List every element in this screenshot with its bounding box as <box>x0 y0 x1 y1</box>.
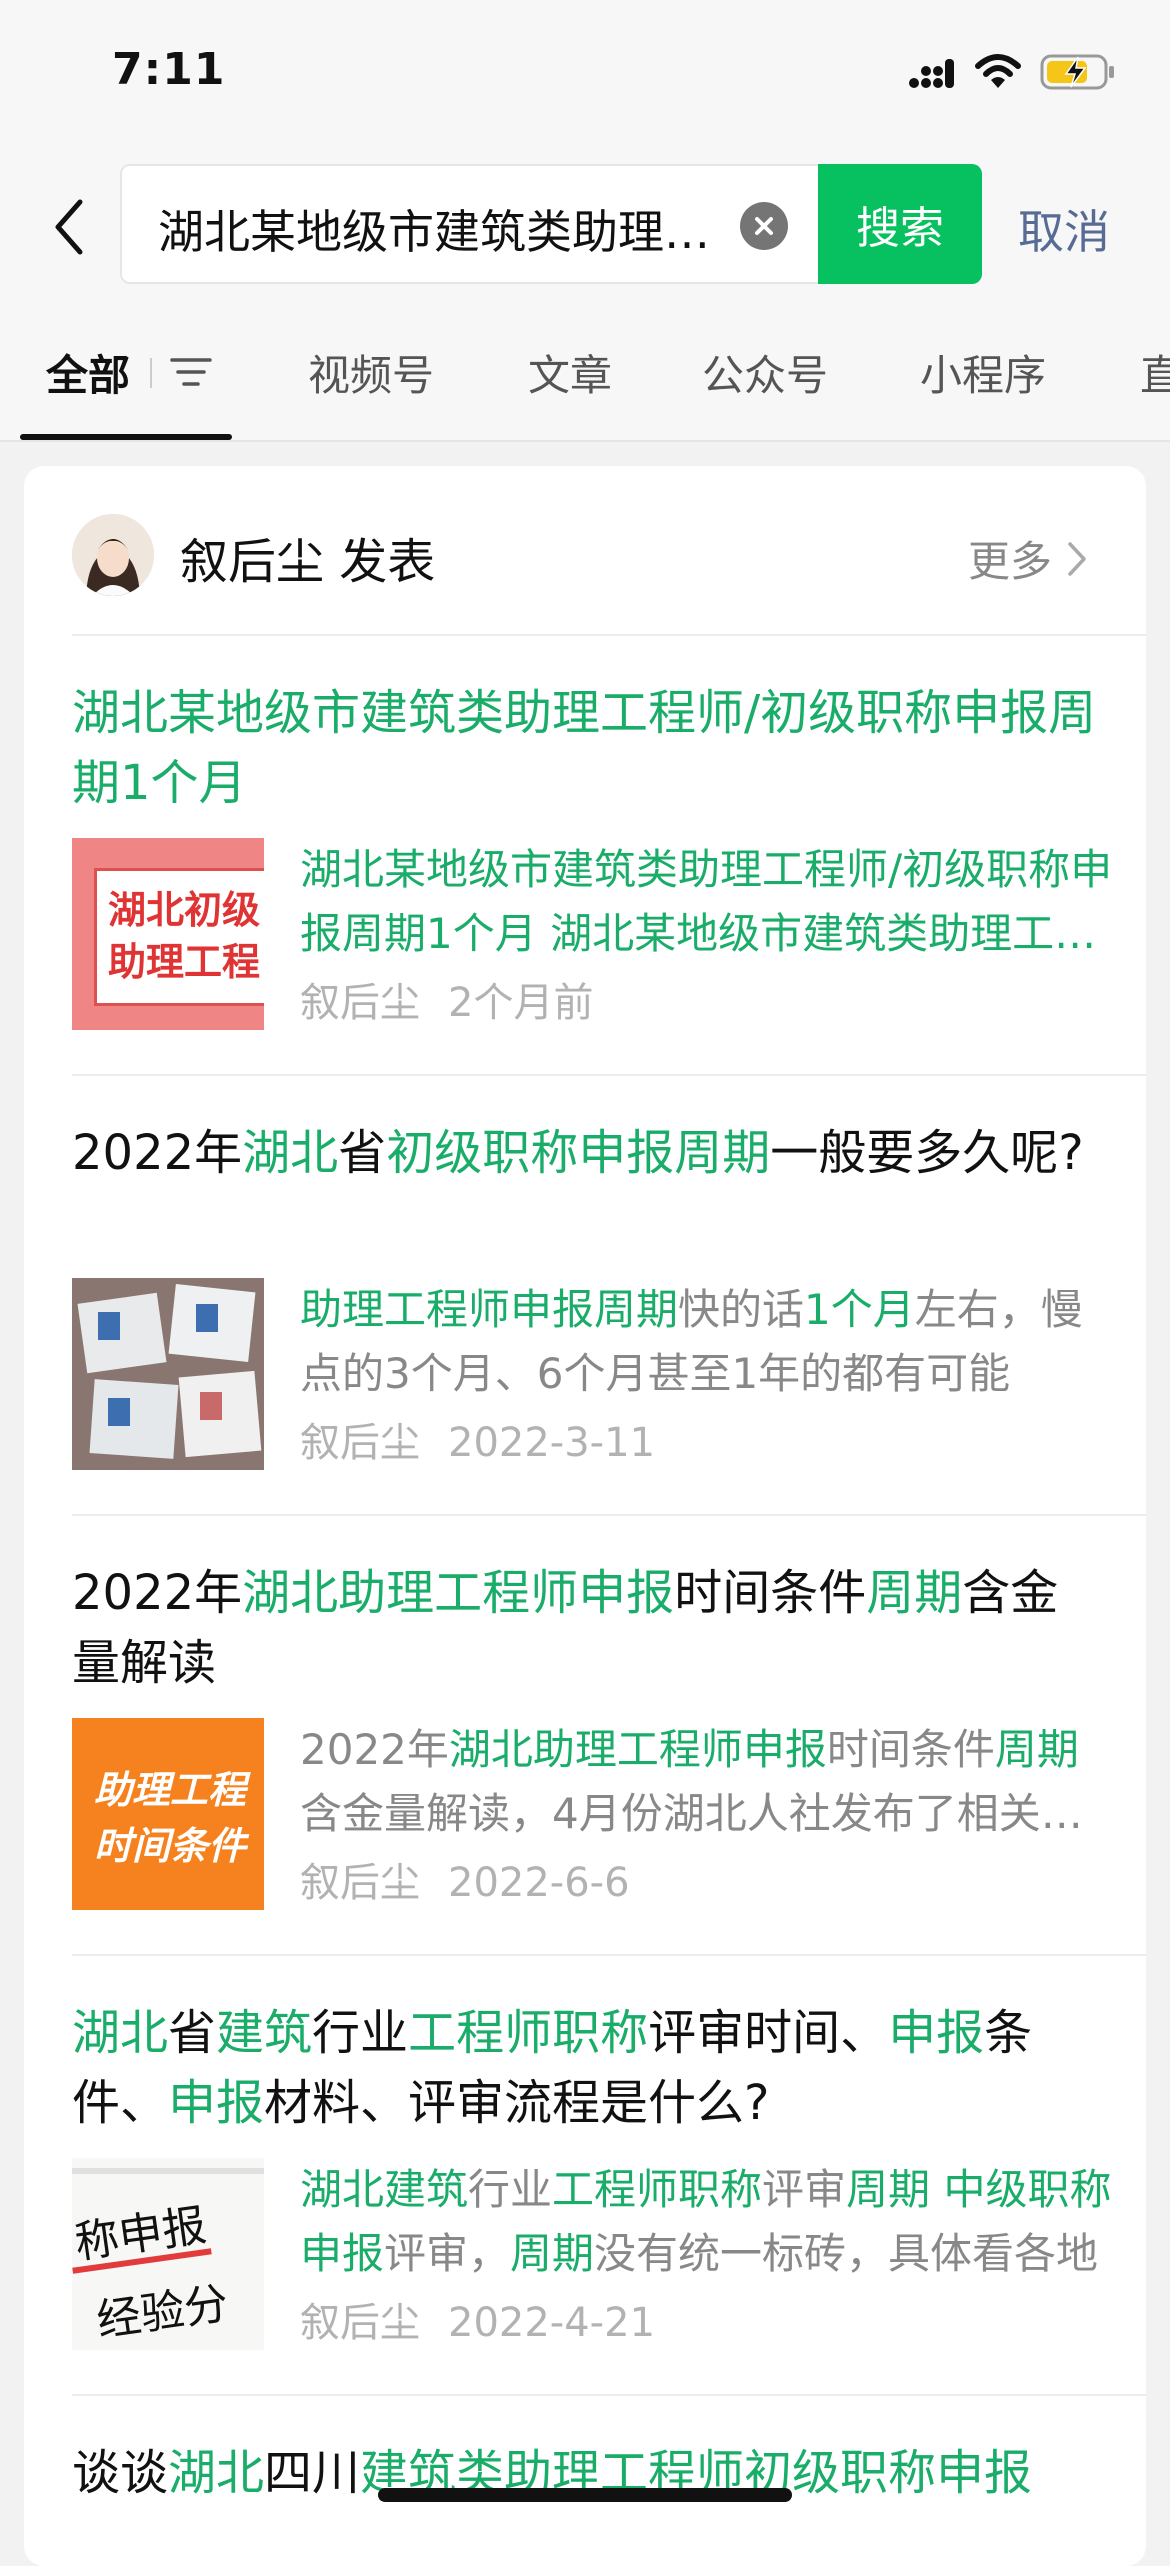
result-meta: 叙后尘 2022-3-11 <box>300 1410 655 1468</box>
search-bar: 湖北某地级市建筑类助理工程师/初级职称申报周期1个月 搜索 取消 <box>0 150 1170 300</box>
list-item[interactable]: 2022年湖北省初级职称申报周期一般要多久呢? 助理工程师申报周期快的话1个月左… <box>72 1076 1146 1516</box>
result-thumbnail: 助理工程 时间条件 <box>72 1718 264 1910</box>
result-description: 湖北某地级市建筑类助理工程师/初级职称申报周期1个月 湖北某地级市建筑类助理工程… <box>300 845 1113 958</box>
author-name[interactable]: 叙后尘 发表 <box>180 522 435 592</box>
result-thumbnail: 湖北初级 助理工程 <box>72 838 264 1030</box>
thumbnail-text: 时间条件 <box>94 1824 247 1868</box>
result-thumbnail: 称申报 经验分 <box>72 2158 264 2350</box>
status-icons <box>908 52 1116 92</box>
cancel-button[interactable]: 取消 <box>1018 196 1110 262</box>
tab-channels[interactable]: 视频号 <box>308 342 434 403</box>
more-link[interactable]: 更多 <box>968 528 1088 589</box>
tab-mini-programs[interactable]: 小程序 <box>920 342 1046 403</box>
result-description: 助理工程师申报周期快的话1个月左右，慢点的3个月、6个月甚至1年的都有可能 <box>300 1285 1083 1398</box>
thumbnail-text: 经验分 <box>93 2278 232 2347</box>
thumbnail-text: 助理工程 <box>108 940 261 984</box>
thumbnail-text: 湖北初级 <box>108 888 261 932</box>
result-time: 2022-4-21 <box>448 2300 656 2346</box>
tab-live[interactable]: 直 <box>1140 342 1170 403</box>
result-description: 湖北建筑行业工程师职称评审周期 中级职称申报评审，周期没有统一标砖，具体看各地 <box>300 2165 1112 2278</box>
status-time: 7:11 <box>112 44 226 95</box>
home-indicator[interactable] <box>378 2488 792 2502</box>
list-item[interactable]: 湖北省建筑行业工程师职称评审时间、申报条件、申报材料、评审流程是什么? 称申报 … <box>72 1956 1146 2396</box>
cellular-signal-icon <box>909 59 954 88</box>
more-label: 更多 <box>967 537 1052 586</box>
list-item[interactable]: 谈谈湖北四川建筑类助理工程师初级职称申报 <box>72 2396 1146 2566</box>
result-title[interactable]: 2022年湖北助理工程师申报时间条件周期含金量解读 <box>72 1558 1102 1698</box>
thumbnail-text: 助理工程 <box>94 1768 247 1812</box>
result-meta: 叙后尘 2022-4-21 <box>300 2290 655 2348</box>
avatar[interactable] <box>72 514 154 596</box>
clear-search-icon[interactable] <box>740 202 788 250</box>
result-thumbnail <box>72 1278 264 1470</box>
list-item[interactable]: 湖北某地级市建筑类助理工程师/初级职称申报周期1个月 湖北初级 助理工程 湖北某… <box>72 636 1146 1076</box>
result-source: 叙后尘 <box>300 980 420 1026</box>
result-description: 2022年湖北助理工程师申报时间条件周期含金量解读，4月份湖北人社发布了相关通知 <box>300 1725 1083 1838</box>
result-source: 叙后尘 <box>300 1420 420 1466</box>
result-source: 叙后尘 <box>300 2300 420 2346</box>
result-meta: 叙后尘 2022-6-6 <box>300 1850 630 1908</box>
status-bar: 7:11 <box>0 0 1170 150</box>
filter-tabs: 全部 视频号 文章 公众号 小程序 直 <box>0 300 1170 442</box>
tab-official-accounts[interactable]: 公众号 <box>702 342 828 403</box>
result-time: 2022-6-6 <box>448 1860 630 1906</box>
tab-articles[interactable]: 文章 <box>528 342 612 403</box>
result-title[interactable]: 湖北某地级市建筑类助理工程师/初级职称申报周期1个月 <box>72 678 1102 818</box>
results-card: 叙后尘 发表 更多 湖北某地级市建筑类助理工程师/初级职称申报周期1个月 湖北初… <box>24 466 1146 2566</box>
wifi-icon <box>975 54 1021 88</box>
result-source: 叙后尘 <box>300 1860 420 1906</box>
active-tab-indicator <box>20 434 232 440</box>
chevron-right-icon <box>1068 541 1086 576</box>
result-title[interactable]: 2022年湖北省初级职称申报周期一般要多久呢? <box>72 1118 1102 1188</box>
tab-divider <box>150 358 152 388</box>
search-input[interactable]: 湖北某地级市建筑类助理工程师/初级职称申报周期1个月 搜索 <box>120 164 982 284</box>
search-button[interactable]: 搜索 <box>818 164 982 284</box>
back-arrow-icon[interactable] <box>44 192 94 262</box>
result-time: 2022-3-11 <box>448 1420 656 1466</box>
result-time: 2个月前 <box>448 980 594 1026</box>
result-title[interactable]: 湖北省建筑行业工程师职称评审时间、申报条件、申报材料、评审流程是什么? <box>72 1998 1102 2138</box>
list-item[interactable]: 2022年湖北助理工程师申报时间条件周期含金量解读 助理工程 时间条件 2022… <box>72 1516 1146 1956</box>
result-meta: 叙后尘 2个月前 <box>300 970 593 1028</box>
search-query[interactable]: 湖北某地级市建筑类助理工程师/初级职称申报周期1个月 <box>158 196 748 262</box>
filter-icon[interactable] <box>168 352 214 392</box>
battery-charging-icon <box>1040 54 1114 90</box>
tab-all[interactable]: 全部 <box>46 342 130 403</box>
